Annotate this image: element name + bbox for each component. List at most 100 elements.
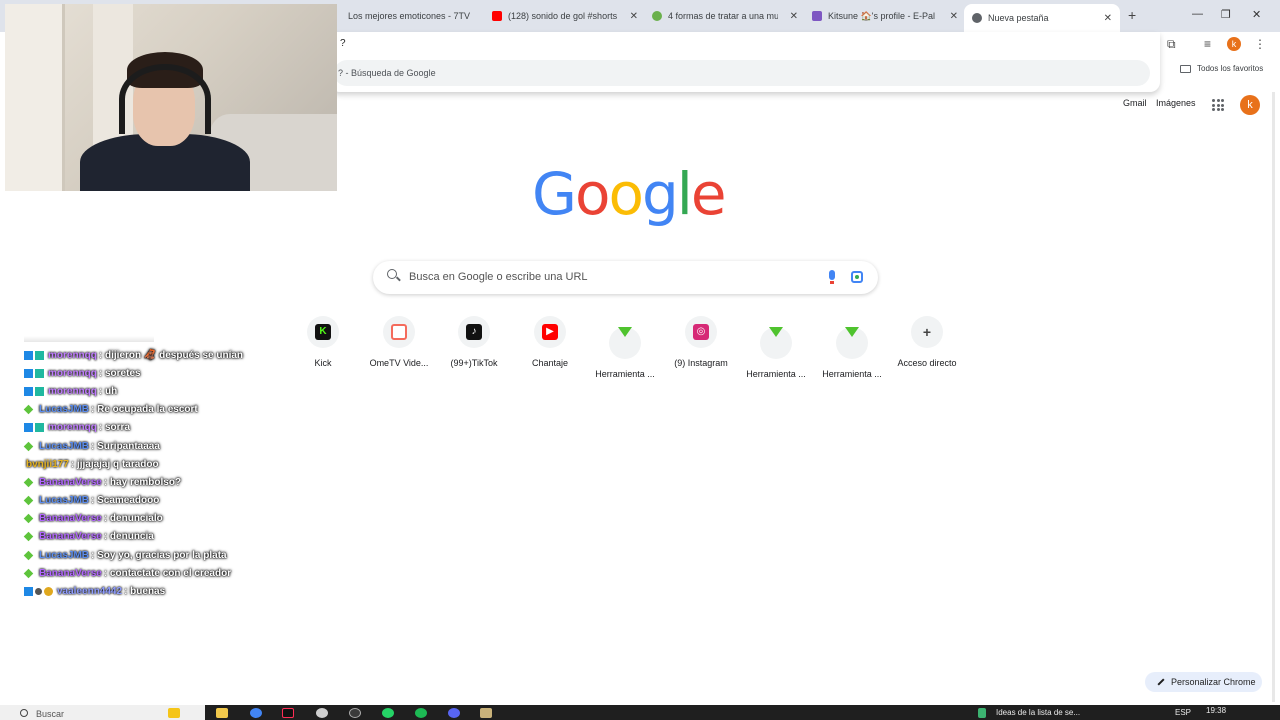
file-explorer-icon[interactable]: [216, 708, 228, 718]
bookmarks-label: Todos los favoritos: [1197, 64, 1264, 73]
dot-badge-icon: [35, 588, 42, 596]
customize-label: Personalizar Chrome: [1171, 677, 1256, 687]
widget-icon[interactable]: [168, 708, 180, 718]
chat-username[interactable]: BananaVerse: [39, 568, 102, 579]
chat-message: BananaVerse: denuncialo: [23, 510, 324, 528]
chat-message: LucasJMB: Suripantaaaa: [23, 437, 324, 455]
images-link[interactable]: Imágenes: [1156, 98, 1196, 108]
google-lens-icon[interactable]: [851, 271, 863, 283]
chat-message: BananaVerse: denuncia: [23, 528, 324, 546]
chat-username[interactable]: BananaVerse: [39, 531, 102, 542]
media-controls-icon[interactable]: ≡: [1204, 37, 1211, 51]
obs-icon[interactable]: [349, 708, 361, 718]
menu-icon[interactable]: ⋮: [1254, 37, 1266, 51]
chat-username[interactable]: LucasJMB: [39, 495, 89, 506]
chat-faded-row: [24, 336, 154, 342]
chat-message: LucasJMB: Scameadooo: [23, 492, 324, 510]
mod-badge-icon: [24, 386, 33, 396]
webcam-overlay: [5, 4, 337, 191]
gem-badge-icon: [23, 477, 34, 488]
gem-badge-icon: [23, 495, 34, 506]
shortcut-tile[interactable]: Herramienta ...: [738, 316, 814, 379]
search-input[interactable]: Busca en Google o escribe una URL: [409, 271, 588, 283]
chat-username[interactable]: morennqq: [48, 368, 97, 379]
tab-new-tab[interactable]: Nueva pestaña ✕: [964, 4, 1120, 32]
whatsapp-icon[interactable]: [382, 708, 394, 718]
language-indicator[interactable]: ESP: [1175, 708, 1191, 717]
shortcut-tile[interactable]: Herramienta ...: [587, 316, 663, 379]
close-icon[interactable]: ✕: [950, 11, 958, 22]
gmail-link[interactable]: Gmail: [1123, 98, 1147, 108]
chat-username[interactable]: vaaleenn4442: [57, 586, 122, 597]
omnibox-suggestion[interactable]: ? - Búsqueda de Google: [334, 60, 1150, 86]
chat-message: BananaVerse: hay rembolso?: [23, 473, 324, 491]
chat-text: : dijieron 🦧 después se unían: [98, 349, 244, 361]
taskbar-notification[interactable]: Ideas de la lista de se...: [996, 708, 1080, 717]
chat-username[interactable]: LucasJMB: [39, 550, 89, 561]
search-box[interactable]: Busca en Google o escribe una URL: [373, 261, 878, 294]
chat-username[interactable]: morennqq: [48, 422, 97, 433]
close-icon[interactable]: ✕: [1104, 13, 1112, 24]
close-icon[interactable]: ✕: [790, 11, 798, 22]
epal-icon: [812, 11, 822, 21]
shortcut-tile[interactable]: OmeTV Vide...: [361, 316, 437, 368]
chat-username[interactable]: LucasJMB: [39, 441, 89, 452]
gem-badge-icon: [23, 514, 34, 524]
gem-badge-icon: [23, 441, 34, 451]
sub-badge-icon: [35, 386, 44, 396]
extensions-icon[interactable]: ⧉: [1167, 37, 1176, 52]
shortcut-label: Herramienta ...: [595, 369, 655, 379]
chat-username[interactable]: BananaVerse: [39, 477, 102, 488]
close-window-button[interactable]: ✕: [1252, 8, 1261, 21]
microphone-icon[interactable]: [829, 270, 835, 284]
sub-badge-icon: [35, 350, 44, 360]
chat-text: : uh: [98, 385, 118, 397]
clock[interactable]: 19:38: [1206, 706, 1226, 715]
shortcut-tile[interactable]: ◎ (9) Instagram: [663, 316, 739, 368]
tab-youtube[interactable]: (128) sonido de gol #shorts - Y ✕: [492, 6, 638, 26]
sub-badge-icon: [35, 423, 44, 433]
mod-badge-icon: [24, 587, 33, 597]
chat-username[interactable]: BananaVerse: [39, 513, 102, 524]
scrollbar[interactable]: [1272, 92, 1275, 702]
shortcut-tile[interactable]: Herramienta ...: [814, 316, 890, 379]
chat-username[interactable]: bvnjii177: [26, 459, 69, 470]
shortcut-tile[interactable]: + Acceso directo: [889, 316, 965, 368]
tab-article[interactable]: 4 formas de tratar a una mujer ✕: [652, 6, 798, 26]
site-icon: [652, 11, 662, 21]
shortcut-label: Acceso directo: [897, 358, 957, 368]
chat-username[interactable]: morennqq: [48, 350, 97, 361]
spotify-icon[interactable]: [415, 708, 427, 718]
tab-epal[interactable]: Kitsune 🏠's profile - E-Pal ✕: [812, 6, 958, 26]
shortcut-circle: +: [911, 316, 943, 348]
logo-letter: e: [690, 160, 727, 228]
chrome-icon[interactable]: [250, 708, 262, 718]
app-icon[interactable]: [480, 708, 492, 718]
shortcut-circle: K: [307, 316, 339, 348]
close-icon[interactable]: ✕: [630, 11, 638, 22]
new-tab-button[interactable]: +: [1128, 7, 1136, 23]
bookmarks-all[interactable]: Todos los favoritos: [1180, 64, 1263, 73]
chat-message: LucasJMB: Re ocupada la escort: [23, 401, 324, 419]
customize-chrome-button[interactable]: Personalizar Chrome: [1145, 672, 1262, 692]
logo-letter: o: [574, 160, 610, 228]
discord-icon[interactable]: [448, 708, 460, 718]
omnibox-input[interactable]: ?: [340, 38, 346, 49]
search-icon: [20, 709, 28, 717]
chat-username[interactable]: morennqq: [48, 386, 97, 397]
taskbar-search-input[interactable]: Buscar: [36, 709, 64, 719]
shortcut-tile[interactable]: ♪ (99+)TikTok: [436, 316, 512, 368]
tiktok-icon[interactable]: [282, 708, 294, 718]
shortcut-label: (9) Instagram: [674, 358, 728, 368]
gem-badge-icon: [23, 550, 34, 560]
account-avatar[interactable]: k: [1240, 95, 1260, 115]
settings-icon[interactable]: [316, 708, 328, 718]
tab-7tv[interactable]: Los mejores emoticones - 7TV: [340, 6, 480, 26]
maximize-button[interactable]: ❐: [1221, 8, 1231, 21]
shortcut-tile[interactable]: ▶ Chantaje: [512, 316, 588, 368]
google-apps-icon[interactable]: [1212, 99, 1224, 111]
chat-username[interactable]: LucasJMB: [39, 404, 89, 415]
profile-avatar[interactable]: k: [1227, 37, 1241, 51]
minimize-button[interactable]: —: [1192, 8, 1203, 20]
logo-letter: o: [608, 160, 643, 228]
